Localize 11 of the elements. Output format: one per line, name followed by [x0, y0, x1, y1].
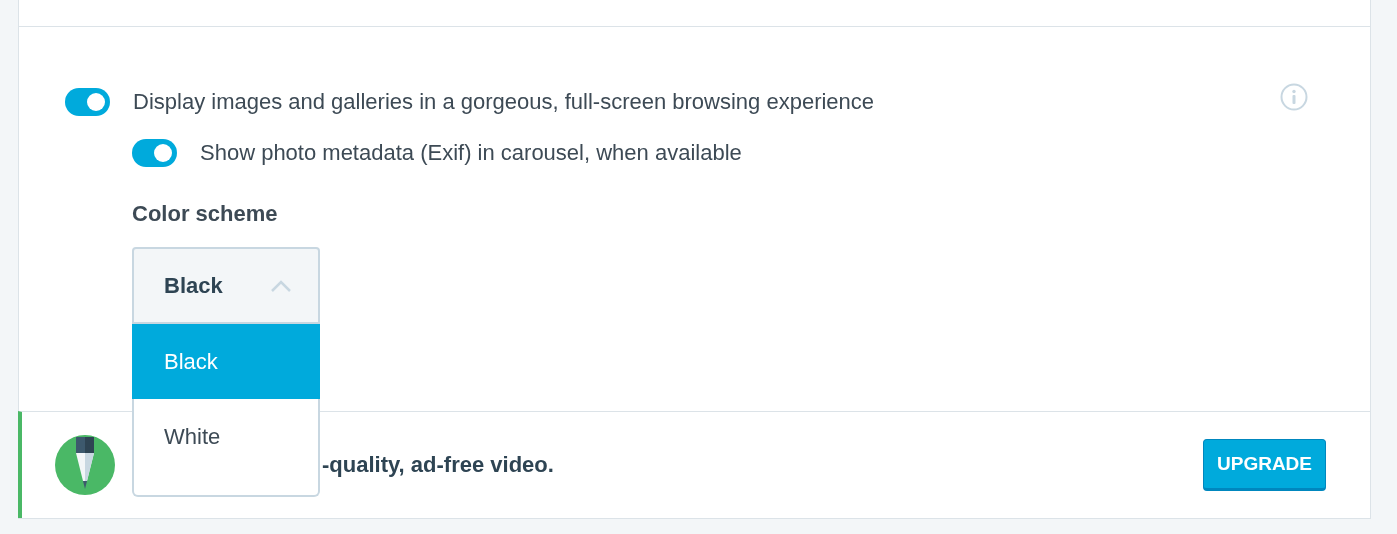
banner-text: -quality, ad-free video. — [322, 452, 554, 478]
pen-icon — [55, 435, 115, 495]
dropdown-field[interactable]: Black — [132, 247, 320, 324]
field-label: Color scheme — [132, 201, 279, 227]
dropdown-option[interactable]: White — [134, 399, 318, 495]
toggle-switch[interactable] — [65, 88, 110, 116]
caret-icon — [270, 278, 292, 293]
info-icon[interactable] — [1280, 83, 1308, 111]
toggle-label: Show photo metadata (Exif) in carousel, when available — [200, 140, 742, 166]
toggle-label: Display images and galleries in a gorgeous, full-screen browsing experience — [133, 89, 875, 115]
toggle-switch[interactable] — [132, 139, 177, 167]
